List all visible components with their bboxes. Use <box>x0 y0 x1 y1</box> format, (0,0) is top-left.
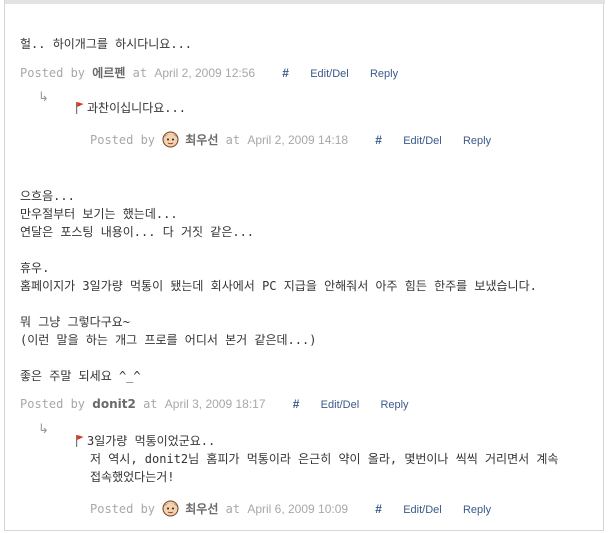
posted-by-label: Posted by <box>20 66 86 80</box>
comment-1-permalink[interactable]: # <box>282 66 289 80</box>
flag-icon <box>76 435 84 447</box>
comment-2-line: 만우절부터 보기는 했는데... <box>20 207 178 221</box>
comment-2-date: April 3, 2009 18:17 <box>164 397 266 411</box>
reply-2-line: 저 역시, donit2님 홈피가 먹통이라 은근히 약이 올라, 몇번이나 씩… <box>90 452 559 466</box>
reply-2-date: April 6, 2009 10:09 <box>247 502 349 516</box>
top-border <box>5 0 605 4</box>
reply-2-permalink[interactable]: # <box>375 502 382 516</box>
reply-2-edit-link[interactable]: Edit/Del <box>403 504 442 516</box>
reply-1-meta: Posted by 최우선 at April 2, 2009 14:18 # E… <box>90 131 491 148</box>
comment-1-date: April 2, 2009 12:56 <box>154 66 256 80</box>
comment-2-edit-link[interactable]: Edit/Del <box>321 399 360 411</box>
avatar-icon <box>162 500 179 517</box>
comment-2-line: 뭐 그냥 그렇다구요~ <box>20 315 130 329</box>
reply-arrow-icon: ↳ <box>38 90 49 105</box>
posted-by-label: Posted by <box>90 133 156 147</box>
comments-panel: 헐.. 하이개그를 하시다니요... Posted by 에르펜 at Apri… <box>4 0 605 531</box>
at-label: at <box>132 66 148 80</box>
comment-2-author[interactable]: donit2 <box>92 397 136 411</box>
reply-arrow-icon: ↳ <box>38 422 49 437</box>
reply-1-author[interactable]: 최우선 <box>185 133 218 147</box>
comment-1-reply-link[interactable]: Reply <box>370 68 398 80</box>
at-label: at <box>225 502 241 516</box>
reply-1-date: April 2, 2009 14:18 <box>247 133 349 147</box>
comment-1-text: 헐.. 하이개그를 하시다니요... <box>20 37 193 51</box>
reply-1-permalink[interactable]: # <box>375 133 382 147</box>
reply-2-text-cont: 저 역시, donit2님 홈피가 먹통이라 은근히 약이 올라, 몇번이나 씩… <box>90 450 558 486</box>
posted-by-label: Posted by <box>20 397 86 411</box>
at-label: at <box>225 133 241 147</box>
reply-2-meta: Posted by 최우선 at April 6, 2009 10:09 # E… <box>90 500 491 517</box>
comment-2-permalink[interactable]: # <box>293 397 300 411</box>
reply-1-edit-link[interactable]: Edit/Del <box>403 135 442 147</box>
comment-2-blank-line <box>20 349 537 367</box>
comment-2-text-block: 으흐음... 만우절부터 보기는 했는데... 연달은 포스팅 내용이... 다… <box>20 187 537 385</box>
at-label: at <box>143 397 158 411</box>
posted-by-label: Posted by <box>90 502 156 516</box>
comment-2-line: 휴우. <box>20 261 50 275</box>
comment-2-line: 으흐음... <box>20 189 75 203</box>
comment-2-line: 좋은 주말 되세요 ^_^ <box>20 369 141 383</box>
reply-2-reply-link[interactable]: Reply <box>463 504 491 516</box>
reply-1-text: 과찬이십니다요... <box>87 101 186 115</box>
reply-2-text-line: 3일가량 먹통이었군요.. <box>75 432 215 450</box>
comment-1-author[interactable]: 에르펜 <box>92 66 125 80</box>
reply-2-line: 접속했었다는거! <box>90 470 175 484</box>
comment-2-meta: Posted by donit2 at April 3, 2009 18:17 … <box>20 397 409 411</box>
comment-2-line: (이런 말을 하는 개그 프로를 어디서 본거 같은데...) <box>20 333 317 347</box>
avatar-icon <box>162 131 179 148</box>
flag-icon <box>76 102 84 114</box>
comment-2-blank-line <box>20 241 537 259</box>
comment-2-reply-link[interactable]: Reply <box>380 399 408 411</box>
comment-2-line: 홈페이지가 3일가량 먹통이 됐는데 회사에서 PC 지급을 안해줘서 아주 힘… <box>20 279 537 293</box>
comment-1-meta: Posted by 에르펜 at April 2, 2009 12:56 # E… <box>20 64 398 81</box>
comment-2-line: 연달은 포스팅 내용이... 다 거짓 같은... <box>20 225 255 239</box>
reply-2-text: 3일가량 먹통이었군요.. <box>87 434 216 448</box>
reply-1-text-line: 과찬이십니다요... <box>75 99 186 117</box>
comment-2-blank-line <box>20 295 537 313</box>
comment-1-edit-link[interactable]: Edit/Del <box>310 68 349 80</box>
reply-2-author[interactable]: 최우선 <box>185 502 218 516</box>
reply-1-reply-link[interactable]: Reply <box>463 135 491 147</box>
